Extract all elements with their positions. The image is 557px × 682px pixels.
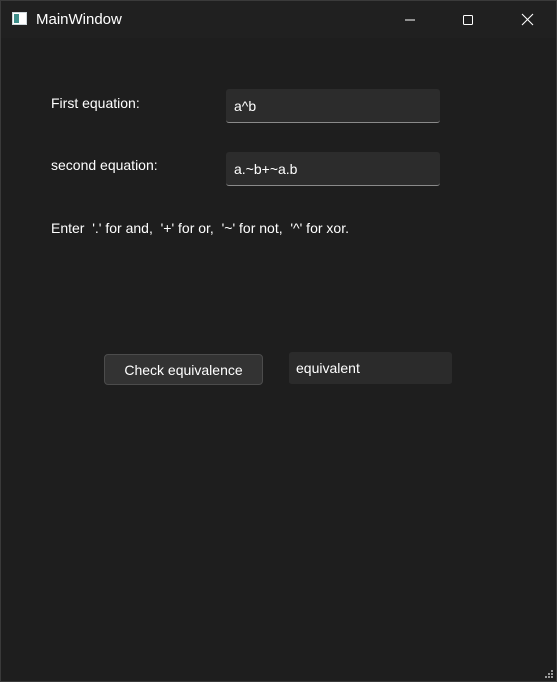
second-equation-input[interactable]: a.~b+~a.b bbox=[226, 152, 440, 186]
check-equivalence-button[interactable]: Check equivalence bbox=[104, 354, 263, 385]
first-equation-input[interactable]: a^b bbox=[226, 89, 440, 123]
close-button[interactable] bbox=[504, 1, 550, 38]
maximize-button[interactable] bbox=[445, 1, 491, 38]
operator-hint-text: Enter '.' for and, '+' for or, '~' for n… bbox=[51, 220, 349, 236]
title-bar[interactable]: MainWindow bbox=[1, 1, 556, 38]
maximize-icon bbox=[463, 14, 473, 25]
result-output-field: equivalent bbox=[289, 352, 452, 385]
minimize-button[interactable] bbox=[387, 1, 433, 38]
first-equation-label: First equation: bbox=[51, 95, 140, 111]
main-window: MainWindow First equation: a^b second eq… bbox=[0, 0, 557, 682]
minimize-icon bbox=[405, 19, 415, 20]
second-equation-label: second equation: bbox=[51, 157, 158, 173]
window-title: MainWindow bbox=[36, 11, 122, 28]
app-window-icon bbox=[12, 12, 27, 25]
resize-grip-icon[interactable] bbox=[544, 669, 554, 679]
close-icon bbox=[521, 13, 533, 26]
